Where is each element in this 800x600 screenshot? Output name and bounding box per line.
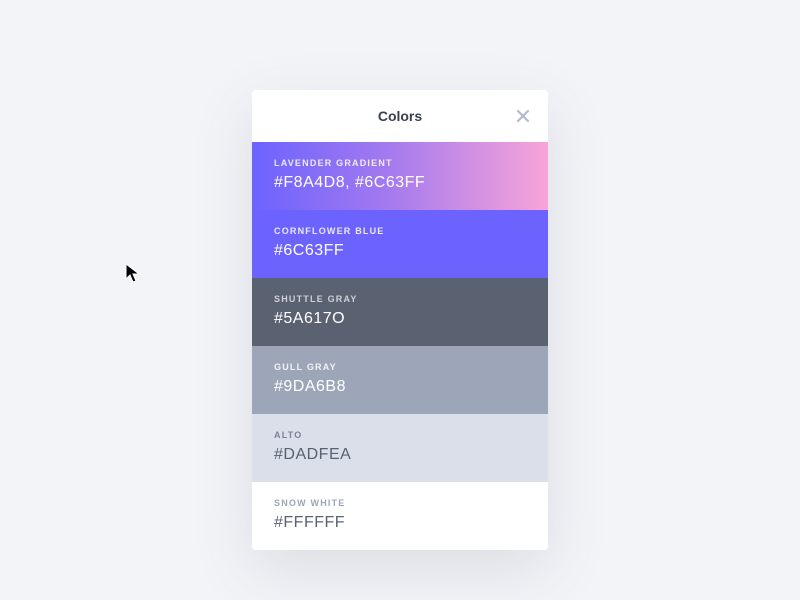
swatch-gull-gray[interactable]: GULL GRAY #9DA6B8 (252, 346, 548, 414)
swatch-lavender-gradient[interactable]: LAVENDER GRADIENT #F8A4D8, #6C63FF (252, 142, 548, 210)
swatch-value: #DADFEA (274, 446, 526, 464)
swatch-snow-white[interactable]: SNOW WHITE #FFFFFF (252, 482, 548, 550)
swatch-name: SNOW WHITE (274, 498, 526, 508)
swatch-shuttle-gray[interactable]: SHUTTLE GRAY #5A617O (252, 278, 548, 346)
swatch-name: GULL GRAY (274, 362, 526, 372)
swatch-value: #FFFFFF (274, 514, 526, 532)
panel-header: Colors (252, 90, 548, 142)
colors-panel: Colors LAVENDER GRADIENT #F8A4D8, #6C63F… (252, 90, 548, 550)
swatch-name: LAVENDER GRADIENT (274, 158, 526, 168)
swatch-name: ALTO (274, 430, 526, 440)
close-button[interactable] (514, 107, 532, 125)
swatch-value: #5A617O (274, 310, 526, 328)
swatch-list: LAVENDER GRADIENT #F8A4D8, #6C63FF CORNF… (252, 142, 548, 550)
swatch-value: #6C63FF (274, 242, 526, 260)
swatch-alto[interactable]: ALTO #DADFEA (252, 414, 548, 482)
swatch-value: #9DA6B8 (274, 378, 526, 396)
swatch-name: CORNFLOWER BLUE (274, 226, 526, 236)
panel-title: Colors (378, 108, 422, 124)
swatch-name: SHUTTLE GRAY (274, 294, 526, 304)
cursor-icon (125, 263, 141, 285)
close-icon (516, 109, 530, 123)
swatch-cornflower-blue[interactable]: CORNFLOWER BLUE #6C63FF (252, 210, 548, 278)
swatch-value: #F8A4D8, #6C63FF (274, 174, 526, 192)
